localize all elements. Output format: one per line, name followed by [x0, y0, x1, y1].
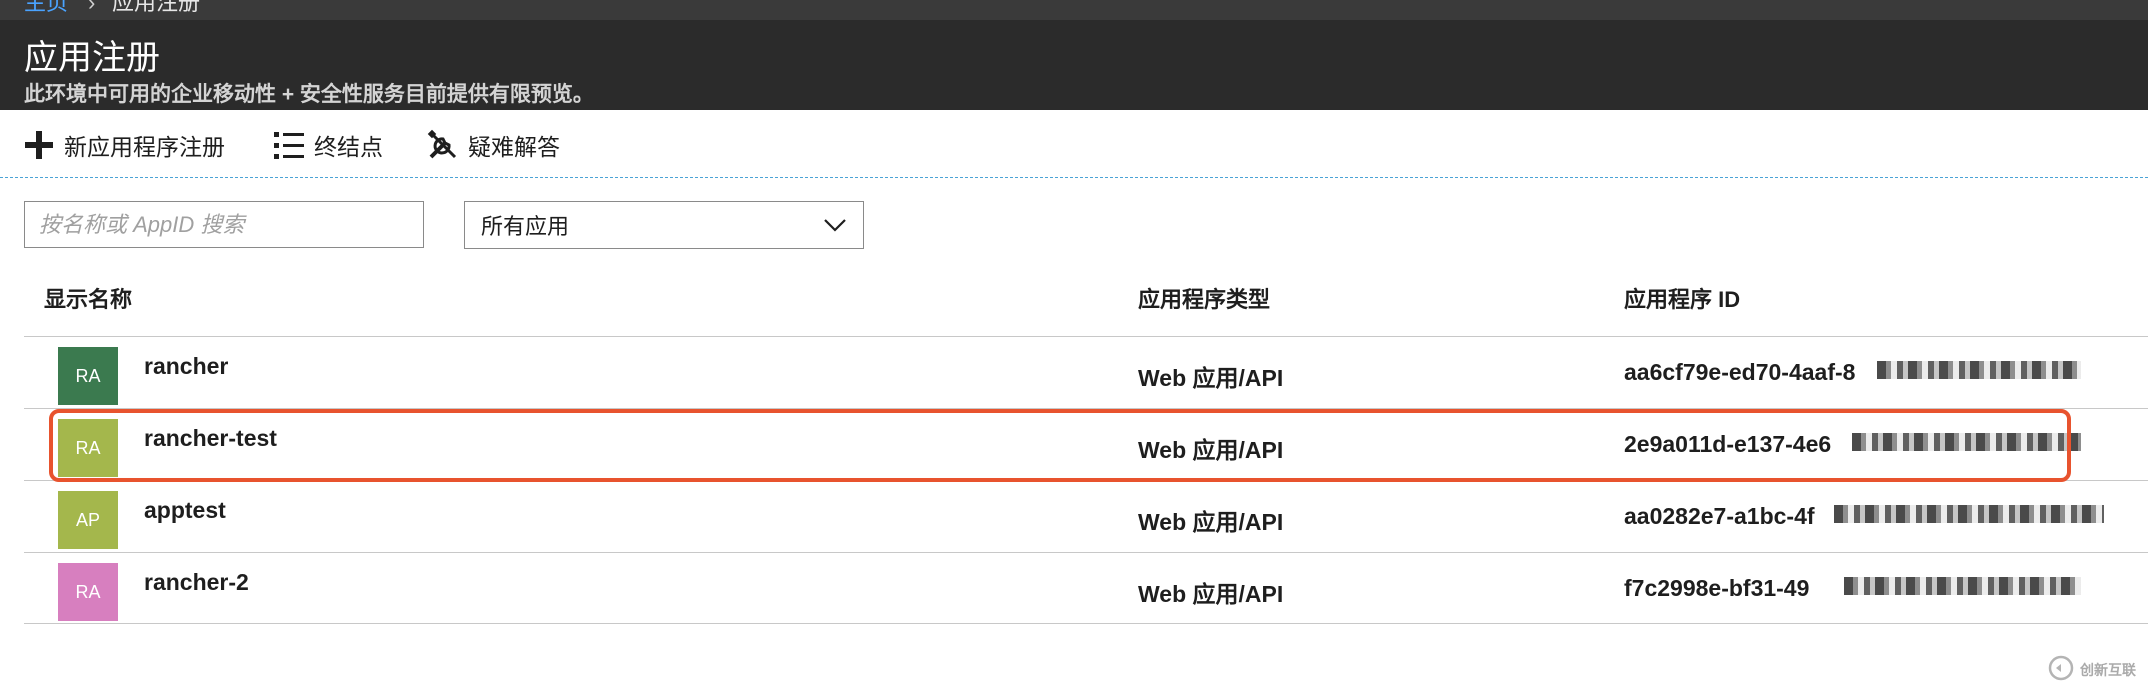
watermark-logo-icon — [2048, 655, 2074, 686]
new-app-registration-button[interactable]: 新应用程序注册 — [22, 128, 225, 162]
avatar: RA — [58, 419, 118, 477]
page-title: 应用注册 — [24, 39, 160, 77]
column-header-app-id[interactable]: 应用程序 ID — [1624, 282, 1740, 314]
app-filter-value: 所有应用 — [481, 214, 570, 239]
app-name[interactable]: rancher-2 — [144, 569, 249, 596]
table-row[interactable]: RA rancher Web 应用/API aa6cf79e-ed70-4aaf… — [24, 336, 2148, 408]
column-header-display-name[interactable]: 显示名称 — [44, 282, 132, 314]
app-type: Web 应用/API — [1138, 509, 1284, 535]
app-type: Web 应用/API — [1138, 581, 1284, 607]
breadcrumb-separator: › — [88, 0, 96, 15]
troubleshoot-label: 疑难解答 — [468, 134, 560, 160]
app-id: aa0282e7-a1bc-4f — [1624, 503, 1815, 529]
table-row[interactable]: RA rancher-test Web 应用/API 2e9a011d-e137… — [24, 408, 2148, 480]
app-name[interactable]: rancher — [144, 353, 228, 380]
redacted-id-mask — [1877, 361, 2081, 379]
redacted-id-mask — [1834, 505, 2104, 523]
app-type: Web 应用/API — [1138, 437, 1284, 463]
table-row[interactable]: RA rancher-2 Web 应用/API f7c2998e-bf31-49 — [24, 552, 2148, 624]
command-bar: 新应用程序注册 终结点 疑难解答 — [0, 110, 2148, 178]
column-header-app-type[interactable]: 应用程序类型 — [1138, 282, 1270, 314]
list-icon — [272, 128, 306, 162]
table-row[interactable]: AP apptest Web 应用/API aa0282e7-a1bc-4f — [24, 480, 2148, 552]
breadcrumb-current: 应用注册 — [112, 0, 201, 15]
app-name[interactable]: apptest — [144, 497, 226, 524]
app-id: aa6cf79e-ed70-4aaf-8 — [1624, 359, 1856, 385]
app-type: Web 应用/API — [1138, 365, 1284, 391]
watermark-text: 创新互联 — [2080, 662, 2136, 678]
breadcrumb: 主页 › 应用注册 — [0, 0, 2148, 20]
troubleshoot-button[interactable]: 疑难解答 — [426, 128, 560, 162]
watermark: 创新互联 — [2048, 650, 2148, 690]
page-header: 主页 › 应用注册 应用注册 此环境中可用的企业移动性 + 安全性服务目前提供有… — [0, 0, 2148, 110]
avatar: RA — [58, 347, 118, 405]
plus-icon — [22, 128, 56, 162]
app-id: 2e9a011d-e137-4e6 — [1624, 431, 1832, 457]
avatar: AP — [58, 491, 118, 549]
endpoints-button[interactable]: 终结点 — [272, 128, 383, 162]
tools-icon — [426, 128, 460, 162]
chevron-down-icon — [823, 212, 847, 238]
search-input[interactable] — [24, 201, 424, 248]
app-id: f7c2998e-bf31-49 — [1624, 575, 1810, 601]
redacted-id-mask — [1844, 577, 2081, 595]
redacted-id-mask — [1852, 433, 2081, 451]
new-app-registration-label: 新应用程序注册 — [64, 134, 225, 160]
page-subtitle: 此环境中可用的企业移动性 + 安全性服务目前提供有限预览。 — [24, 83, 594, 106]
avatar: RA — [58, 563, 118, 621]
endpoints-label: 终结点 — [314, 134, 383, 160]
app-name[interactable]: rancher-test — [144, 425, 277, 452]
breadcrumb-home-link[interactable]: 主页 — [24, 0, 68, 14]
app-filter-dropdown[interactable]: 所有应用 — [464, 201, 864, 249]
